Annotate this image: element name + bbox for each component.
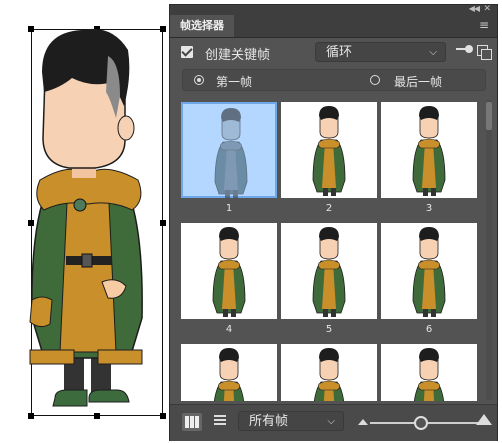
panel-menu-icon[interactable]: ≡ (479, 19, 489, 31)
character-figure[interactable] (0, 0, 175, 443)
frame-number-label: 3 (425, 203, 433, 214)
frame-thumbnail-5[interactable]: 5 (281, 223, 377, 335)
frame-filter-dropdown[interactable]: 所有帧 ⌵ (238, 411, 344, 431)
panel-bottom-bar: 所有帧 ⌵ (170, 404, 497, 441)
chevron-down-icon: ⌵ (327, 416, 335, 427)
scrollbar-thumb[interactable] (486, 102, 492, 130)
loop-mode-dropdown[interactable]: 循环 ⌵ (315, 42, 446, 62)
frame-thumbnail-grid: 1 2 3 4 5 6 (179, 100, 484, 401)
panel-tab-bar: 帧选择器 ≡ (170, 15, 497, 38)
frame-thumbnail-2[interactable]: 2 (281, 102, 377, 214)
grid-view-icon[interactable] (182, 413, 202, 431)
frame-thumbnail-7[interactable]: 7 (181, 344, 277, 401)
frame-number-label: 4 (225, 324, 233, 335)
create-keyframe-checkbox[interactable] (181, 46, 193, 58)
chevron-down-icon: ⌵ (429, 47, 437, 58)
frame-number-label: 1 (225, 203, 233, 214)
frame-picker-panel: ◀◀ ✕ 帧选择器 ≡ 创建关键帧 循环 ⌵ 第一帧 最后一帧 1 2 3 4 … (169, 4, 498, 441)
large-thumbnail-icon[interactable] (476, 414, 492, 425)
list-view-icon[interactable] (214, 415, 226, 427)
frame-thumbnail-8[interactable]: 8 (281, 344, 377, 401)
frame-thumbnail-6[interactable]: 6 (381, 223, 477, 335)
frame-number-label: 6 (425, 324, 433, 335)
frame-thumbnail-1[interactable]: 1 (181, 102, 277, 214)
close-panel-icon[interactable]: ✕ (483, 4, 491, 14)
frame-thumbnail-image (281, 102, 377, 198)
first-frame-label: 第一帧 (216, 75, 253, 89)
frame-thumbnail-image (281, 223, 377, 319)
tab-frame-picker[interactable]: 帧选择器 (170, 15, 234, 37)
frame-grid-scrollbar[interactable] (486, 100, 492, 400)
frame-number-label: 2 (325, 203, 333, 214)
create-keyframe-label: 创建关键帧 (205, 48, 271, 63)
frame-thumbnail-4[interactable]: 4 (181, 223, 277, 335)
frame-filter-value: 所有帧 (249, 414, 289, 429)
frame-thumbnail-image (181, 223, 277, 319)
thumbnail-size-slider-knob[interactable] (413, 416, 428, 430)
frame-thumbnail-3[interactable]: 3 (381, 102, 477, 214)
frame-thumbnail-image (381, 344, 477, 401)
last-frame-radio[interactable] (370, 75, 380, 85)
frame-thumbnail-image (181, 102, 277, 198)
keyframe-options-row: 创建关键帧 循环 ⌵ (170, 38, 497, 66)
last-frame-label: 最后一帧 (394, 75, 443, 89)
canvas-stage (0, 0, 175, 443)
frame-thumbnail-image (181, 344, 277, 401)
copy-frame-icon[interactable] (477, 45, 492, 60)
frame-thumbnail-9[interactable]: 9 (381, 344, 477, 401)
collapse-panel-icon[interactable]: ◀◀ (469, 4, 480, 13)
panel-top-strip: ◀◀ ✕ (170, 4, 497, 15)
frame-thumbnail-image (381, 102, 477, 198)
frame-thumbnail-image (381, 223, 477, 319)
first-frame-radio[interactable] (194, 75, 204, 85)
loop-mode-value: 循环 (326, 45, 353, 60)
onion-skin-options: 第一帧 最后一帧 (182, 69, 486, 91)
small-thumbnail-icon[interactable] (358, 419, 368, 425)
frame-thumbnail-image (281, 344, 377, 401)
frame-number-label: 5 (325, 324, 333, 335)
playhead-toggle-icon[interactable] (456, 45, 473, 53)
